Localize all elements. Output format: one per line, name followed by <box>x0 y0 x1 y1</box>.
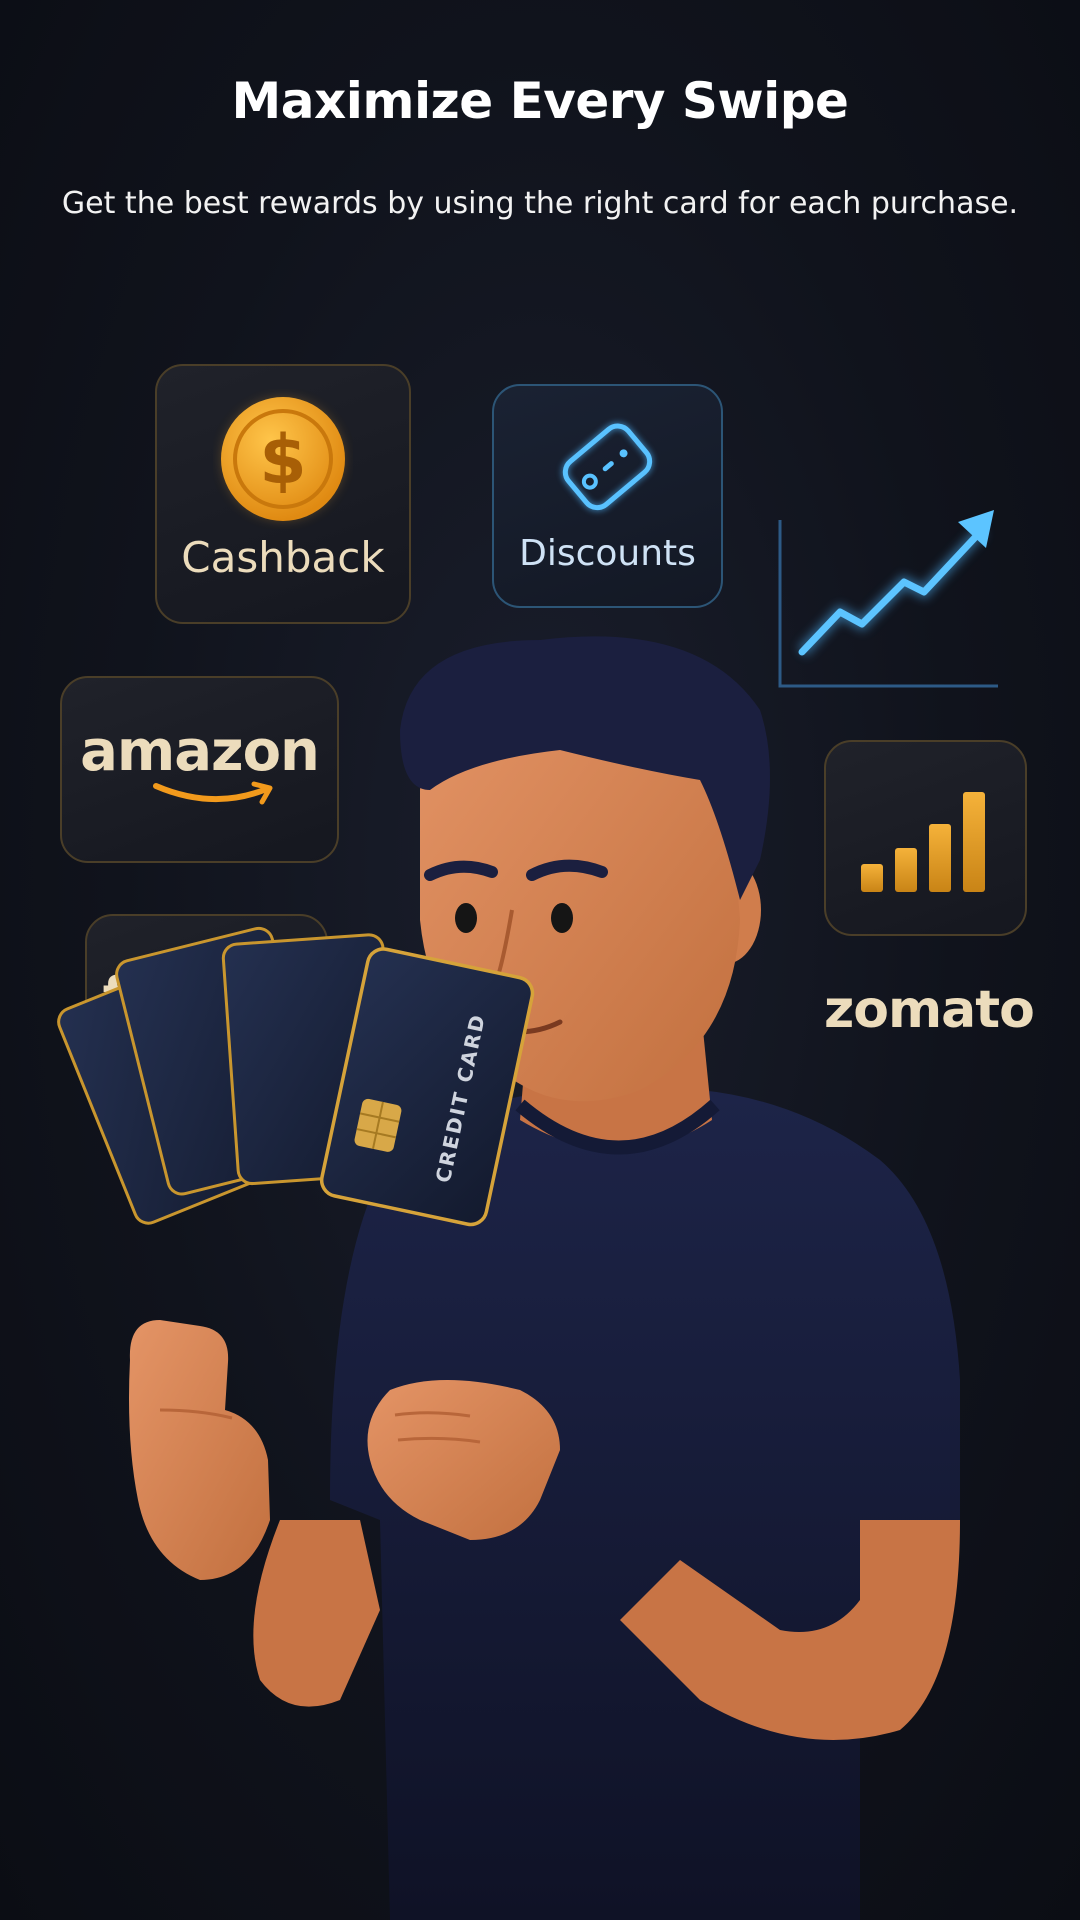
dollar-coin-icon: $ <box>221 396 345 521</box>
page-title: Maximize Every Swipe <box>231 72 849 130</box>
svg-text:$: $ <box>259 421 306 500</box>
page-subtitle: Get the best rewards by using the right … <box>61 186 1019 221</box>
person-illustration: CREDIT CARD <box>57 636 960 1920</box>
cashback-label: Cashback <box>181 532 385 582</box>
cashback-tile: $ Cashback <box>155 364 411 624</box>
discounts-label: Discounts <box>519 532 696 574</box>
discounts-tile: Discounts <box>492 384 723 608</box>
price-tag-icon <box>560 421 654 512</box>
